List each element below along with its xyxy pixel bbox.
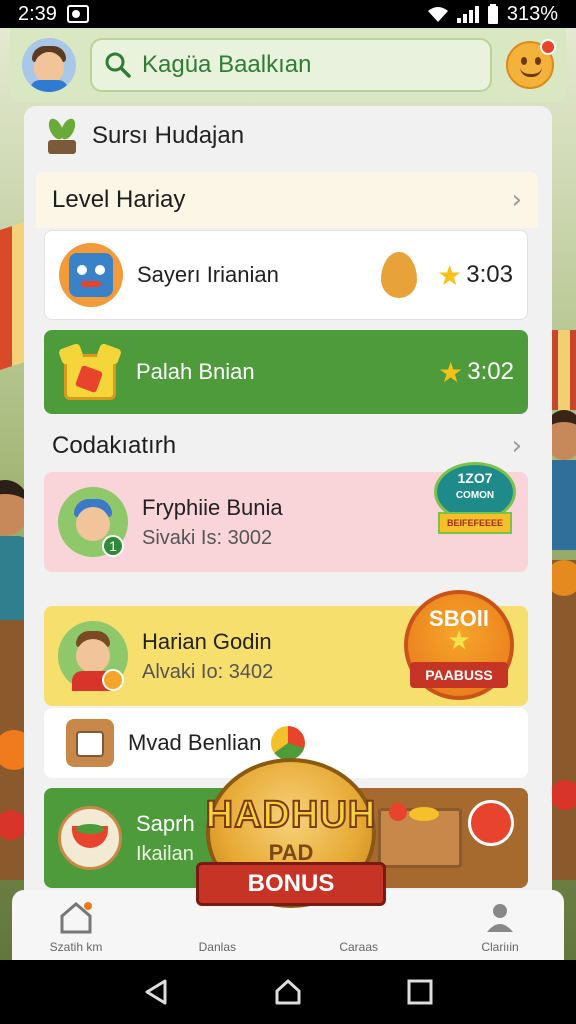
panel-title: Sursı Hudajan — [44, 116, 245, 154]
home-icon — [60, 902, 92, 934]
home-button-icon[interactable] — [273, 977, 303, 1007]
potato-icon — [381, 252, 418, 298]
profile-icon — [486, 904, 513, 932]
boy-avatar-icon — [58, 621, 128, 691]
bonus-promo-banner[interactable]: HADHUH PAD BONUS — [166, 758, 416, 928]
child-avatar-icon: 1 — [58, 487, 128, 557]
signal-icon — [456, 5, 479, 23]
recents-icon[interactable] — [405, 977, 435, 1007]
promo-ribbon: BONUS — [196, 862, 386, 906]
section-level-title: Level Hariay — [52, 186, 186, 213]
section-level-header[interactable]: Level Hariay › — [36, 172, 538, 228]
tomato-fruit-right — [550, 780, 576, 810]
nav-label: Clariıin — [481, 940, 519, 954]
promo-ribbon-text: BONUS — [247, 870, 335, 897]
reward-badge: 1ZO7 COMON BEIFEFEEEE — [434, 462, 516, 554]
badge-top-text: 1ZO7 — [457, 470, 493, 486]
star-icon: ★ — [437, 258, 463, 292]
chevron-right-icon: › — [511, 431, 522, 461]
nav-label: Szatih km — [49, 940, 103, 954]
nav-item-profile[interactable]: Clariıin — [460, 890, 540, 960]
wifi-icon — [427, 7, 448, 22]
profile-avatar[interactable] — [22, 38, 76, 92]
list-item[interactable]: 1 Fryphiie Bunia Sivaki Is: 3002 1ZO7 CO… — [44, 462, 528, 572]
list-item[interactable]: Harian Godin Alvaki Io: 3402 SBOll ★ PAA… — [44, 590, 528, 706]
badge-mid-text: COMON — [455, 490, 495, 501]
search-bar[interactable]: Kagüa Baalkıan — [90, 38, 492, 92]
chevron-right-icon: › — [511, 185, 522, 215]
nav-label: Danlas — [198, 940, 236, 954]
pot-icon — [66, 719, 114, 767]
flower-badge-icon — [468, 800, 514, 846]
gallery-notification-icon — [66, 5, 89, 23]
food-bowl-icon — [58, 806, 122, 870]
promo-title: HADHUH — [205, 793, 377, 837]
battery-percent: 313% — [506, 2, 558, 25]
star-icon: ★ — [438, 355, 464, 389]
row-score: 3:03 — [466, 261, 513, 288]
status-bar: 2:39 313% — [0, 0, 576, 28]
badge-bottom-text: BEIFEFEEEE — [438, 512, 512, 534]
nav-label: Caraas — [339, 940, 378, 954]
panel-title-text: Sursı Hudajan — [92, 122, 245, 149]
mascot-notification-icon[interactable] — [506, 39, 556, 89]
list-item[interactable]: Palah Bnian ★ 3:02 — [44, 330, 528, 414]
search-text: Kagüa Baalkıan — [142, 51, 312, 78]
app-header: Kagüa Baalkıan — [10, 28, 566, 102]
salad-bowl-icon — [271, 726, 306, 760]
bonus-seal-badge: SBOll ★ PAABUSS — [404, 590, 514, 708]
plant-icon — [44, 116, 80, 154]
nav-item-home[interactable]: Szatih km — [36, 890, 116, 960]
row-score: 3:02 — [467, 358, 514, 385]
battery-icon — [487, 4, 498, 24]
row-label: Sayerı Irianian — [137, 262, 279, 287]
row-label: Mvad Benlian — [128, 730, 262, 755]
status-time: 2:39 — [18, 2, 57, 25]
section-featured-title: Codakıatırh — [52, 432, 177, 459]
star-icon: ★ — [447, 626, 471, 656]
system-navigation-bar — [0, 960, 576, 1024]
gift-box-icon — [57, 340, 123, 404]
robot-icon — [59, 243, 123, 307]
back-icon[interactable] — [141, 977, 171, 1007]
search-icon — [105, 52, 131, 78]
list-item[interactable]: Sayerı Irianian ★ 3:03 — [44, 230, 528, 320]
seal-bottom-text: PAABUSS — [410, 662, 508, 688]
row-label: Palah Bnian — [136, 359, 255, 384]
